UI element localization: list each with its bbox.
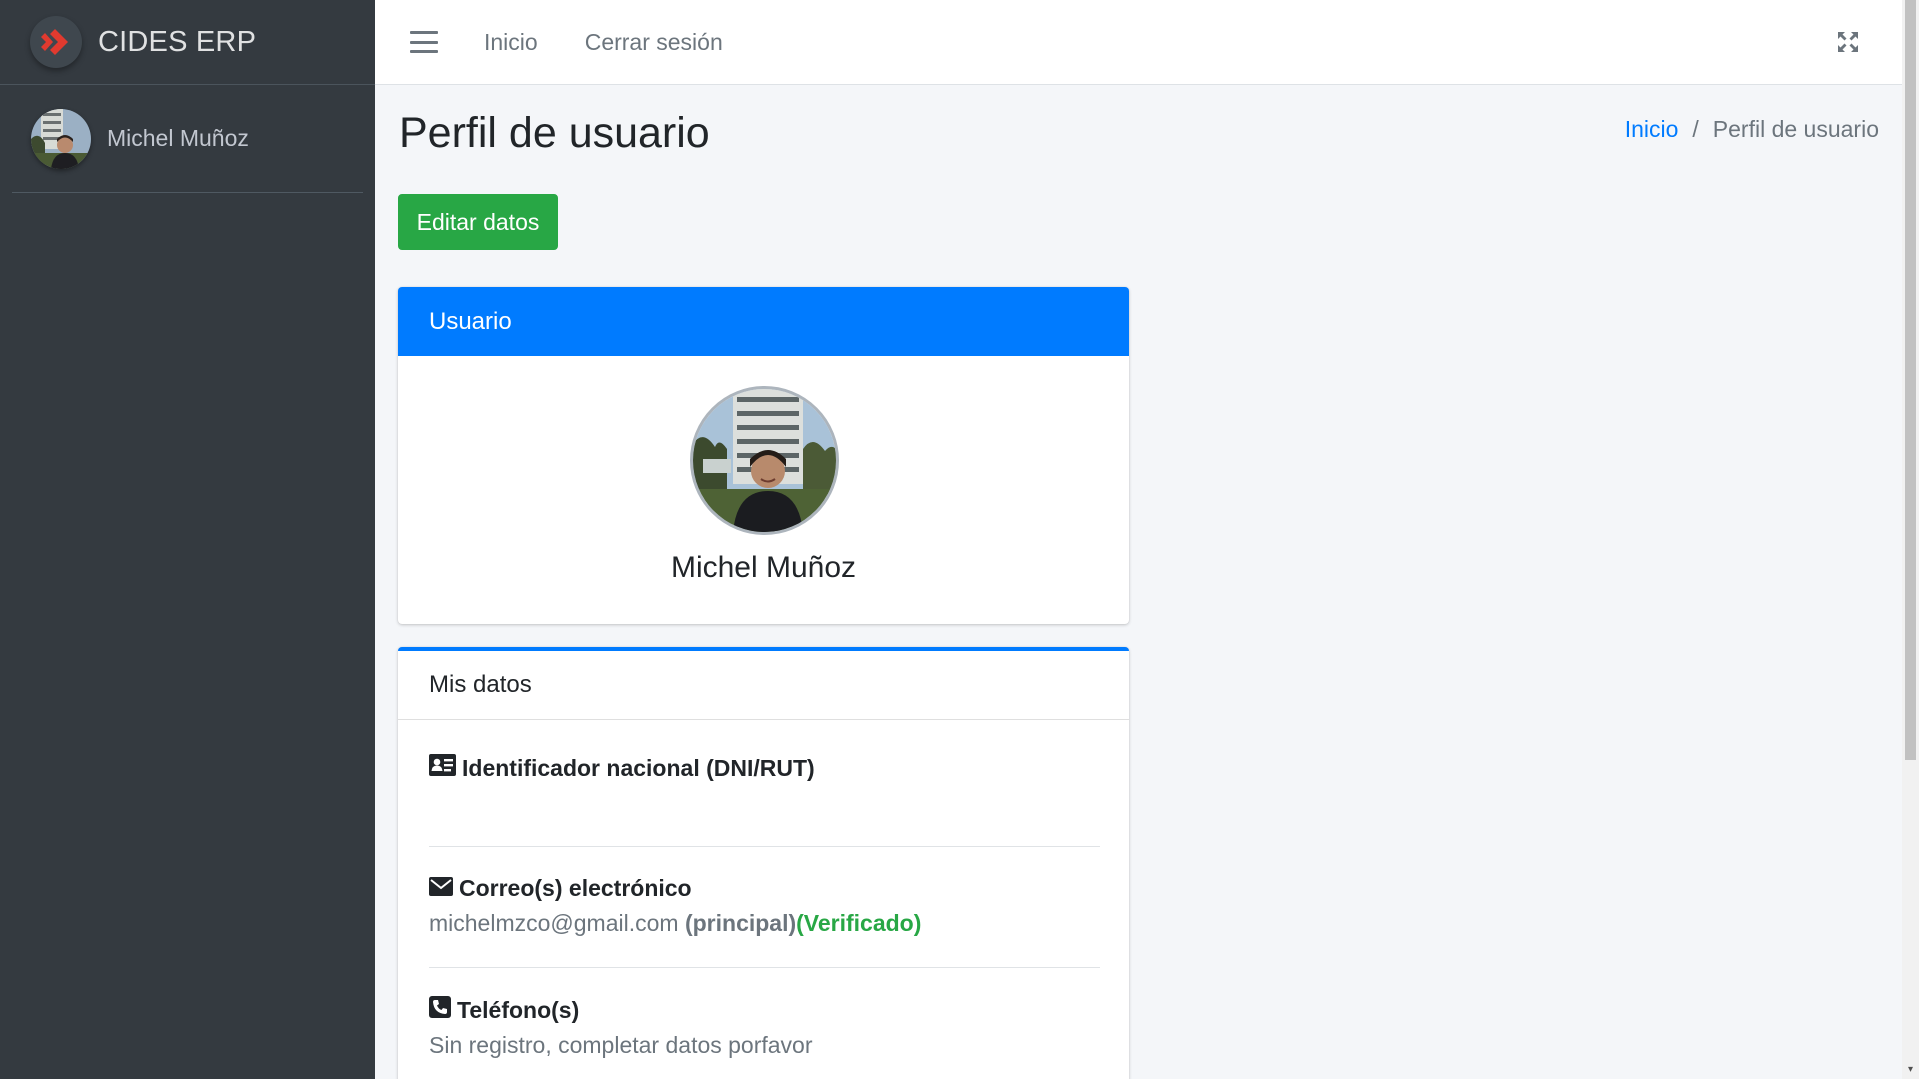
- sidebar-user-name: Michel Muñoz: [107, 125, 249, 151]
- brand-logo-icon: [30, 16, 82, 68]
- email-primary-tag: (principal): [684, 910, 797, 936]
- email-item: Correo(s) electrónico michelmzco@gmail.c…: [429, 847, 1100, 968]
- page-title: Perfil de usuario: [399, 109, 710, 157]
- my-data-body: Identificador nacional (DNI/RUT) Correo(…: [398, 720, 1129, 1059]
- breadcrumb: Inicio / Perfil de usuario: [1625, 116, 1879, 143]
- email-address: michelmzco@gmail.com: [429, 910, 679, 936]
- user-card: Usuario Michel Muñoz: [398, 287, 1129, 624]
- sidebar-user-panel[interactable]: Michel Muñoz: [12, 85, 363, 193]
- avatar: [31, 108, 91, 169]
- profile-name: Michel Muñoz: [670, 551, 857, 584]
- email-value-line: michelmzco@gmail.com (principal)(Verific…: [429, 910, 1100, 937]
- breadcrumb-separator: /: [1692, 116, 1699, 142]
- main-content: Perfil de usuario Inicio / Perfil de usu…: [375, 85, 1902, 1079]
- phone-icon: [429, 996, 457, 1024]
- user-card-header: Usuario: [398, 287, 1129, 356]
- profile-picture: [690, 386, 839, 535]
- breadcrumb-home-link[interactable]: Inicio: [1625, 116, 1679, 143]
- envelope-icon: [429, 875, 459, 902]
- scroll-down-arrow-icon[interactable]: ▾: [1905, 1064, 1916, 1075]
- page-scrollbar[interactable]: ▾: [1902, 0, 1919, 1079]
- phone-label: Teléfono(s): [457, 996, 580, 1023]
- nav-link-cerrar-sesion[interactable]: Cerrar sesión: [585, 29, 723, 56]
- phone-value: Sin registro, completar datos porfavor: [429, 1032, 813, 1058]
- national-id-item: Identificador nacional (DNI/RUT): [429, 720, 1100, 847]
- topbar: Inicio Cerrar sesión: [375, 0, 1902, 85]
- edit-data-button[interactable]: Editar datos: [398, 194, 558, 250]
- id-card-icon: [429, 754, 462, 782]
- email-verified-tag: (Verificado): [796, 910, 922, 936]
- phone-item: Teléfono(s) Sin registro, completar dato…: [429, 968, 1100, 1059]
- brand-name: CIDES ERP: [98, 25, 257, 58]
- national-id-label: Identificador nacional (DNI/RUT): [462, 754, 815, 781]
- brand-link[interactable]: CIDES ERP: [0, 0, 375, 85]
- scrollbar-thumb[interactable]: [1905, 0, 1916, 760]
- sidebar: CIDES ERP Michel Muñoz: [0, 0, 375, 1079]
- hamburger-menu-icon[interactable]: [410, 31, 438, 53]
- my-data-card: Mis datos Identificador nacional (DNI/RU…: [398, 647, 1129, 1079]
- breadcrumb-current: Perfil de usuario: [1712, 116, 1879, 142]
- fullscreen-expand-icon[interactable]: [1836, 30, 1860, 54]
- email-label: Correo(s) electrónico: [459, 875, 692, 901]
- my-data-card-header: Mis datos: [398, 651, 1129, 720]
- nav-link-inicio[interactable]: Inicio: [484, 29, 538, 56]
